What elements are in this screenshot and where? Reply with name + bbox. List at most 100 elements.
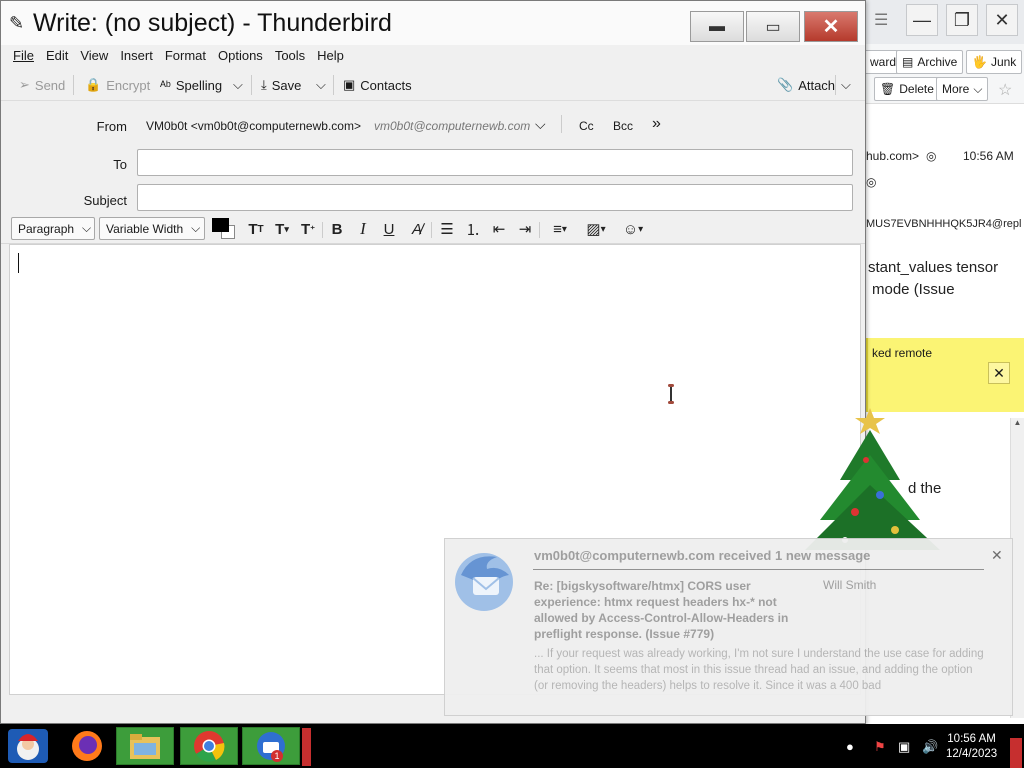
menu-help[interactable]: Help (317, 45, 344, 67)
taskbar: 1 ● ⚑ ▣ 🔊 10:56 AM 12/4/2023 (0, 724, 1024, 768)
toolbar-divider (73, 75, 74, 95)
italic-icon[interactable]: I (353, 219, 373, 239)
close-notice-button[interactable]: ✕ (988, 362, 1010, 384)
more-button[interactable]: More ⌵ (936, 77, 989, 101)
font-select[interactable]: Variable Width ⌵ (99, 217, 205, 240)
start-button[interactable] (0, 727, 56, 765)
chrome-taskbar-icon[interactable] (180, 727, 238, 765)
bg-minimize-button[interactable]: — (906, 4, 938, 36)
outdent-icon[interactable]: ⇤ (489, 219, 509, 239)
unread-badge: 1 (271, 750, 283, 762)
scroll-up-icon[interactable]: ▲ (1011, 418, 1024, 427)
contacts-button[interactable]: ▣ Contacts (343, 74, 412, 96)
compose-toolbar: ➢ Send 🔒 Encrypt ᴬᵇ Spelling ⌵ ⤓ Save ⌵ ▣ Con… (1, 69, 865, 101)
archive-button[interactable]: ▤ Archive (896, 50, 964, 74)
align-icon[interactable]: ≡ ▾ (545, 219, 575, 239)
junk-button[interactable]: 🖐 Junk (966, 50, 1023, 74)
format-divider (539, 222, 540, 238)
emoji-icon[interactable]: ☺ ▾ (617, 219, 649, 239)
thunderbird-logo-icon (455, 553, 513, 611)
formatting-toolbar: Paragraph ⌵ Variable Width ⌵ TT T ▾ T ⁺ B I … (1, 214, 865, 244)
bg-restore-button[interactable]: ❐ (946, 4, 978, 36)
chrome-icon (194, 731, 225, 762)
paperclip-icon: 📎 (777, 77, 794, 92)
superscript-icon[interactable]: T ⁺ (297, 219, 319, 239)
message-id-partial: MUS7EVBNHHHQK5JR4@repl (866, 218, 1022, 230)
insert-image-icon[interactable]: ▨ ▾ (581, 219, 611, 239)
to-field[interactable] (137, 149, 853, 176)
minimize-icon: ▬ (709, 17, 725, 35)
menu-file[interactable]: File (13, 45, 34, 67)
window-title: Write: (no subject) - Thunderbird (33, 9, 392, 37)
paragraph-format-select[interactable]: Paragraph ⌵ (11, 217, 95, 240)
delete-button[interactable]: 🗑 Delete (874, 77, 940, 101)
notification-preview: ... If your request was already working,… (534, 648, 984, 692)
show-desktop-button[interactable] (1010, 738, 1022, 768)
text-color-button[interactable] (211, 217, 237, 241)
menu-view[interactable]: View (80, 45, 108, 67)
indent-icon[interactable]: ⇥ (515, 219, 535, 239)
attach-dropdown[interactable]: ⌵ (841, 74, 851, 96)
notification-sender: Will Smith (823, 578, 877, 592)
spelling-button[interactable]: ᴬᵇ Spelling (160, 74, 222, 96)
spelling-dropdown[interactable]: ⌵ (233, 74, 243, 96)
message-time: 10:56 AM (963, 149, 1014, 163)
clock-time: 10:56 AM (947, 733, 996, 745)
network-flag-icon[interactable]: ⚑ (874, 739, 886, 755)
subject-partial-2: mode (Issue (872, 281, 955, 298)
taskbar-clock[interactable]: 10:56 AM 12/4/2023 (946, 732, 997, 762)
mouse-cursor (668, 384, 674, 404)
attach-button[interactable]: 📎 Attach (777, 74, 835, 96)
close-notification-icon[interactable]: ✕ (991, 547, 1003, 564)
volume-icon[interactable]: 🔊 (922, 739, 938, 755)
underline-icon[interactable]: U (379, 219, 399, 239)
firefox-taskbar-icon[interactable] (58, 727, 116, 765)
menu-tools[interactable]: Tools (275, 45, 305, 67)
clear-formatting-icon[interactable]: A̸ (407, 219, 427, 239)
star-icon[interactable]: ☆ (998, 80, 1012, 100)
new-mail-notification[interactable]: vm0b0t@computernewb.com received 1 new m… (444, 538, 1013, 716)
subject-field[interactable] (137, 184, 853, 211)
close-button[interactable]: ✕ (804, 11, 858, 42)
bg-close-button[interactable]: ✕ (986, 4, 1018, 36)
file-explorer-taskbar-icon[interactable] (116, 727, 174, 765)
menu-edit[interactable]: Edit (46, 45, 68, 67)
spelling-icon: ᴬᵇ (160, 77, 171, 93)
from-address-partial: hub.com> (866, 149, 920, 163)
menu-insert[interactable]: Insert (120, 45, 153, 67)
bullet-list-icon[interactable]: ☰ (437, 219, 457, 239)
send-button[interactable]: ➢ Send (19, 74, 65, 96)
clock-date: 12/4/2023 (946, 748, 998, 760)
chevron-down-icon[interactable]: ⌵ (535, 116, 546, 133)
hamburger-menu-icon[interactable]: ☰ (874, 10, 888, 30)
folder-icon (130, 734, 160, 759)
encrypt-button[interactable]: 🔒 Encrypt (85, 74, 150, 96)
tray-dot-icon[interactable]: ● (846, 739, 854, 754)
remote-content-text: ked remote (872, 346, 933, 360)
menu-options[interactable]: Options (218, 45, 263, 67)
compose-headers: From VM0b0t <vm0b0t@computernewb.com> vm… (1, 101, 865, 214)
text-caret (18, 253, 19, 273)
network-icon[interactable]: ▣ (898, 739, 910, 755)
menu-bar: File Edit View Insert Format Options Too… (1, 45, 865, 67)
bcc-button[interactable]: Bcc (613, 119, 633, 133)
cc-button[interactable]: Cc (579, 119, 594, 133)
numbered-list-icon[interactable]: ⒈ (463, 219, 483, 239)
save-button[interactable]: ⤓ Save (261, 74, 301, 96)
contact-icon[interactable]: ◎ (926, 149, 936, 163)
recipient-contact-icon[interactable]: ◎ (866, 175, 876, 189)
from-identity-select[interactable]: VM0b0t <vm0b0t@computernewb.com> (146, 119, 361, 133)
thunderbird-taskbar-icon[interactable]: 1 (242, 727, 300, 765)
trash-icon: 🗑 (880, 82, 896, 96)
maximize-button[interactable]: ▭ (746, 11, 800, 42)
save-dropdown[interactable]: ⌵ (316, 74, 326, 96)
to-label: To (113, 157, 127, 172)
font-size-smaller-icon[interactable]: T ▾ (271, 219, 293, 239)
more-recipients-button[interactable]: » (652, 115, 661, 133)
menu-format[interactable]: Format (165, 45, 206, 67)
font-size-larger-icon[interactable]: TT (245, 219, 267, 239)
from-label: From (96, 119, 127, 134)
bold-icon[interactable]: B (327, 219, 347, 239)
from-address-hint: vm0b0t@computernewb.com (374, 119, 531, 133)
minimize-button[interactable]: ▬ (690, 11, 744, 42)
